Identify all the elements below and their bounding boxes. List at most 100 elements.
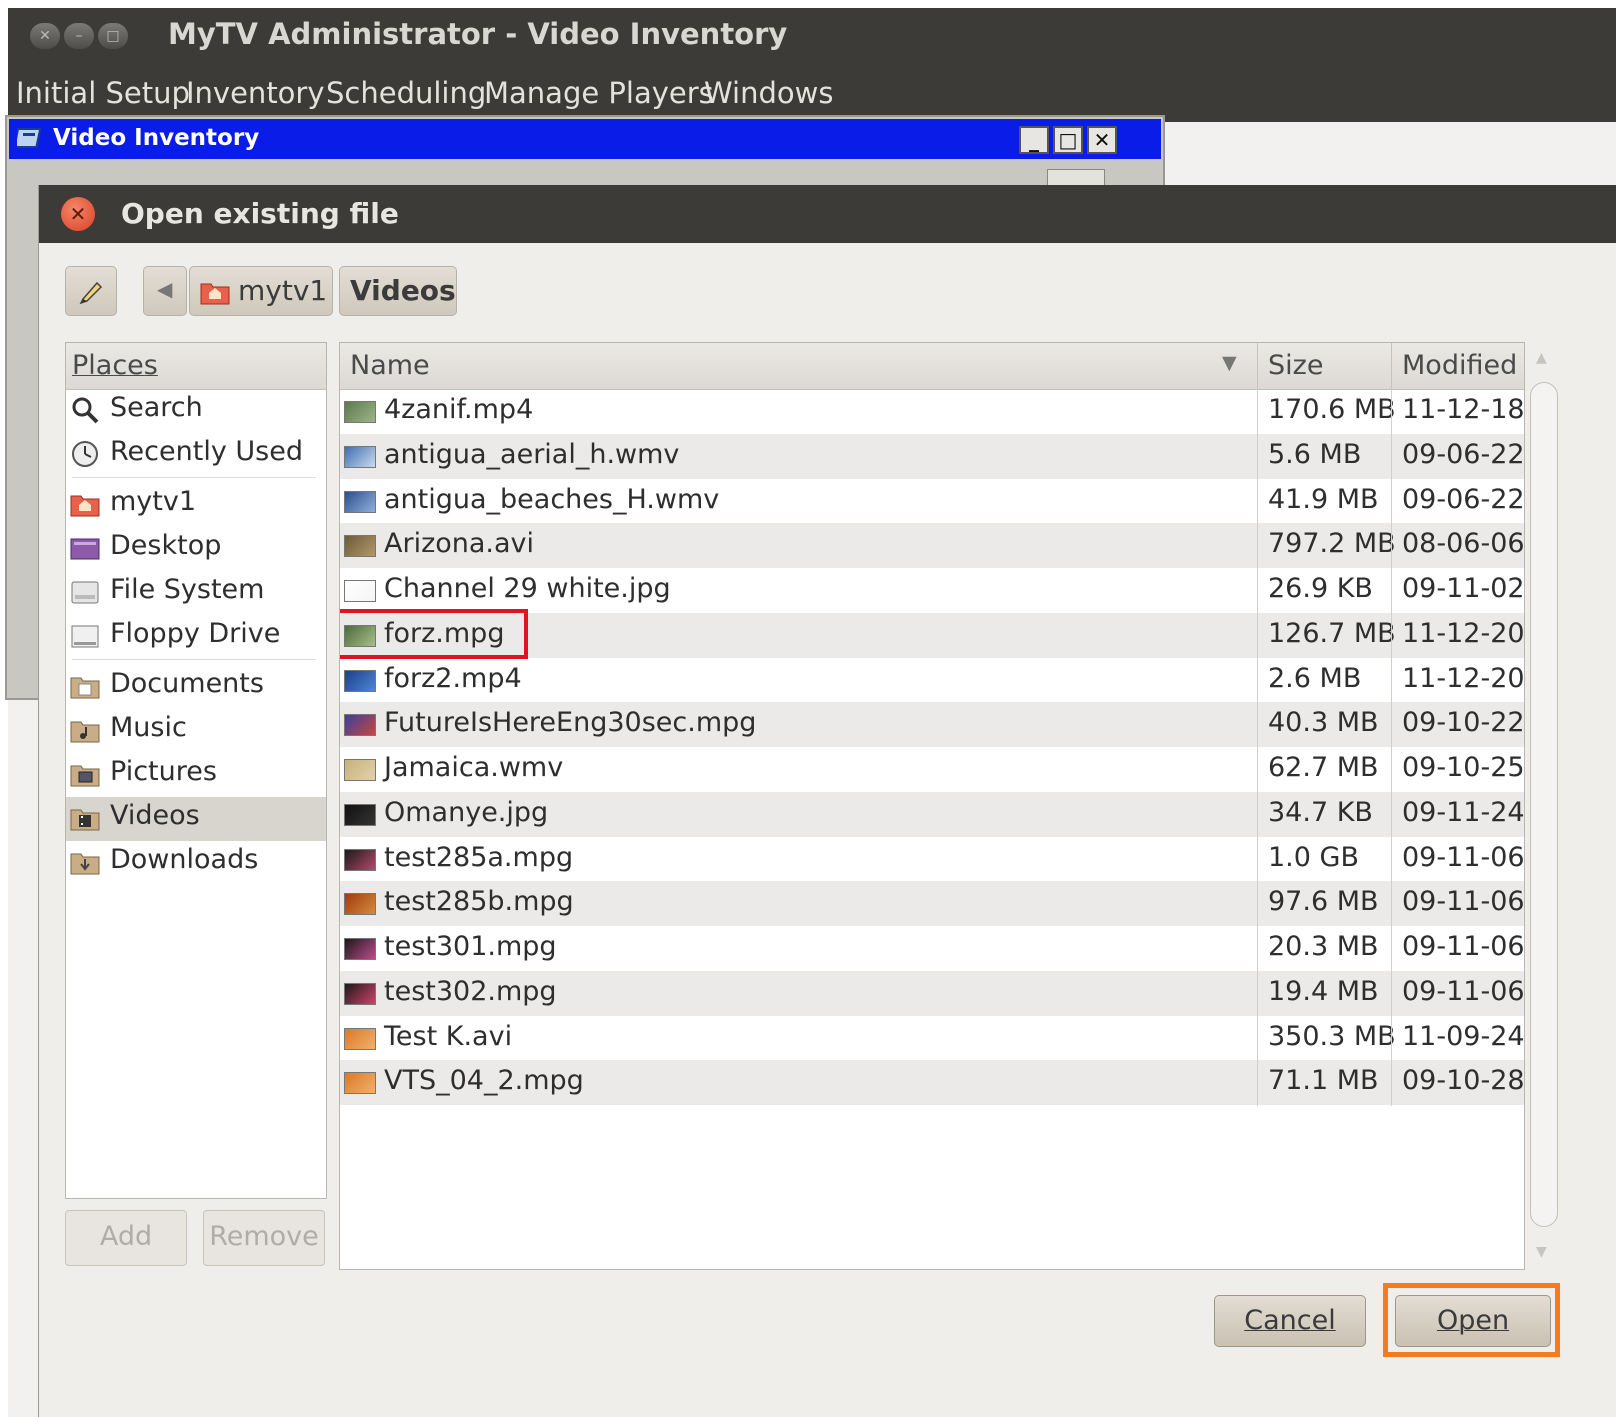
- menu-inventory[interactable]: Inventory: [186, 76, 325, 110]
- file-modified: 09-11-24: [1402, 796, 1525, 828]
- maximize-icon[interactable]: □: [1053, 126, 1083, 154]
- app-titlebar: ✕ – □ MyTV Administrator - Video Invento…: [8, 8, 1616, 66]
- file-size: 40.3 MB: [1268, 707, 1379, 739]
- file-modified: 09-11-02: [1402, 573, 1525, 604]
- places-item-label: Recently Used: [110, 436, 303, 467]
- column-modified[interactable]: Modified: [1402, 350, 1517, 381]
- file-row[interactable]: antigua_beaches_H.wmv 41.9 MB 09-06-22: [340, 479, 1524, 524]
- pictures-folder-icon: [70, 760, 100, 788]
- dialog-close-button[interactable]: ✕: [61, 197, 95, 231]
- file-row[interactable]: forz2.mp4 2.6 MB 11-12-20: [340, 658, 1524, 703]
- minimize-window-button[interactable]: –: [64, 23, 94, 49]
- video-thumbnail-icon: [344, 759, 376, 781]
- videos-folder-icon: [70, 804, 100, 832]
- open-file-dialog: ✕ Open existing file ◀ mytv1 Videos Plac…: [38, 185, 1616, 1417]
- file-name: Arizona.avi: [384, 528, 535, 560]
- file-row[interactable]: 4zanif.mp4 170.6 MB 11-12-18: [340, 389, 1524, 434]
- menu-scheduling[interactable]: Scheduling: [326, 76, 486, 110]
- places-item-music[interactable]: Music: [66, 709, 326, 753]
- path-mytv1-button[interactable]: mytv1: [189, 266, 333, 316]
- file-list-scrollbar[interactable]: ▲ ▼: [1526, 342, 1563, 1270]
- open-button[interactable]: Open: [1395, 1295, 1551, 1347]
- file-name: test285a.mpg: [384, 841, 574, 873]
- home-folder-icon: [70, 490, 100, 518]
- path-label: mytv1: [238, 274, 328, 307]
- places-item-label: Documents: [110, 668, 264, 699]
- open-label: Open: [1436, 1305, 1510, 1336]
- maximize-window-button[interactable]: □: [98, 23, 128, 49]
- video-thumbnail-icon: [344, 714, 376, 737]
- close-window-button[interactable]: ✕: [30, 23, 60, 49]
- file-row[interactable]: test285b.mpg 97.6 MB 09-11-06: [340, 881, 1524, 927]
- menu-initial-setup[interactable]: Initial Setup: [16, 76, 190, 110]
- file-size: 2.6 MB: [1268, 662, 1362, 694]
- places-header[interactable]: Places: [66, 343, 326, 390]
- file-row[interactable]: VTS_04_2.mpg 71.1 MB 09-10-28: [340, 1060, 1524, 1106]
- path-videos-button[interactable]: Videos: [339, 266, 457, 316]
- scroll-down-icon[interactable]: ▼: [1536, 1244, 1547, 1260]
- file-size: 71.1 MB: [1268, 1065, 1379, 1097]
- file-row[interactable]: Arizona.avi 797.2 MB 08-06-06: [340, 523, 1524, 569]
- file-size: 1.0 GB: [1268, 841, 1359, 873]
- minimize-icon[interactable]: _: [1019, 126, 1049, 154]
- file-size: 41.9 MB: [1268, 483, 1379, 515]
- file-row[interactable]: test285a.mpg 1.0 GB 09-11-06: [340, 837, 1524, 882]
- app-title: MyTV Administrator - Video Inventory: [168, 17, 788, 51]
- cancel-button[interactable]: Cancel: [1214, 1295, 1366, 1347]
- file-row[interactable]: antigua_aerial_h.wmv 5.6 MB 09-06-22: [340, 433, 1524, 479]
- close-icon[interactable]: ✕: [1087, 126, 1117, 154]
- places-item-label: Pictures: [110, 756, 217, 787]
- file-row[interactable]: forz.mpg 126.7 MB 11-12-20: [340, 608, 1524, 659]
- column-name[interactable]: Name: [350, 350, 430, 381]
- file-name: Jamaica.wmv: [384, 752, 564, 783]
- menu-windows[interactable]: Windows: [704, 76, 833, 110]
- file-modified: 09-11-06: [1402, 931, 1525, 962]
- floppy-icon: [70, 622, 100, 650]
- music-folder-icon: [70, 716, 100, 744]
- video-thumbnail-icon: [344, 490, 376, 513]
- places-item-search[interactable]: Search: [66, 389, 326, 433]
- file-name: 4zanif.mp4: [384, 394, 534, 425]
- file-highlight-box: [340, 608, 528, 659]
- file-row[interactable]: Omanye.jpg 34.7 KB 09-11-24: [340, 791, 1525, 837]
- places-item-documents[interactable]: Documents: [66, 665, 326, 709]
- file-row[interactable]: test302.mpg 19.4 MB 09-11-06: [340, 970, 1524, 1016]
- file-size: 350.3 MB: [1268, 1020, 1396, 1052]
- path-back-button[interactable]: ◀: [143, 266, 187, 316]
- dialog-titlebar: ✕ Open existing file: [39, 185, 1616, 243]
- file-modified: 09-11-06: [1402, 841, 1525, 873]
- file-row[interactable]: Test K.avi 350.3 MB 11-09-24: [340, 1016, 1524, 1061]
- file-size: 97.6 MB: [1268, 886, 1379, 918]
- places-item-downloads[interactable]: Downloads: [66, 841, 326, 885]
- file-row[interactable]: test301.mpg 20.3 MB 09-11-06: [340, 926, 1524, 971]
- scroll-up-icon[interactable]: ▲: [1536, 350, 1547, 366]
- add-bookmark-button[interactable]: Add: [65, 1210, 187, 1266]
- arrow-left-icon: ◀: [157, 277, 173, 301]
- file-row[interactable]: Channel 29 white.jpg 26.9 KB 09-11-02: [340, 568, 1524, 613]
- places-item-videos[interactable]: Videos: [66, 797, 326, 841]
- places-item-desktop[interactable]: Desktop: [66, 527, 326, 571]
- places-item-label: Desktop: [110, 530, 222, 561]
- file-name: Channel 29 white.jpg: [384, 573, 671, 604]
- video-inventory-title: Video Inventory: [53, 125, 260, 151]
- video-thumbnail-icon: [344, 893, 376, 916]
- menu-manage-players[interactable]: Manage Players: [484, 76, 714, 110]
- documents-folder-icon: [70, 672, 100, 700]
- places-item-mytv1[interactable]: mytv1: [66, 483, 326, 527]
- scrollbar-thumb[interactable]: [1530, 382, 1558, 1227]
- file-size: 797.2 MB: [1268, 528, 1396, 560]
- video-thumbnail-icon: [344, 938, 376, 960]
- places-item-pictures[interactable]: Pictures: [66, 753, 326, 797]
- column-size[interactable]: Size: [1268, 350, 1323, 381]
- places-item-floppy-drive[interactable]: Floppy Drive: [66, 615, 326, 659]
- file-row[interactable]: Jamaica.wmv 62.7 MB 09-10-25: [340, 747, 1524, 792]
- places-separator: [72, 659, 316, 660]
- edit-location-button[interactable]: [65, 266, 117, 316]
- places-item-recently-used[interactable]: Recently Used: [66, 433, 326, 477]
- remove-bookmark-button[interactable]: Remove: [203, 1210, 325, 1266]
- video-thumbnail-icon: [344, 1072, 376, 1095]
- places-item-label: mytv1: [110, 486, 197, 517]
- places-item-file-system[interactable]: File System: [66, 571, 326, 615]
- file-row[interactable]: FutureIsHereEng30sec.mpg 40.3 MB 09-10-22: [340, 702, 1524, 748]
- file-size: 62.7 MB: [1268, 752, 1379, 783]
